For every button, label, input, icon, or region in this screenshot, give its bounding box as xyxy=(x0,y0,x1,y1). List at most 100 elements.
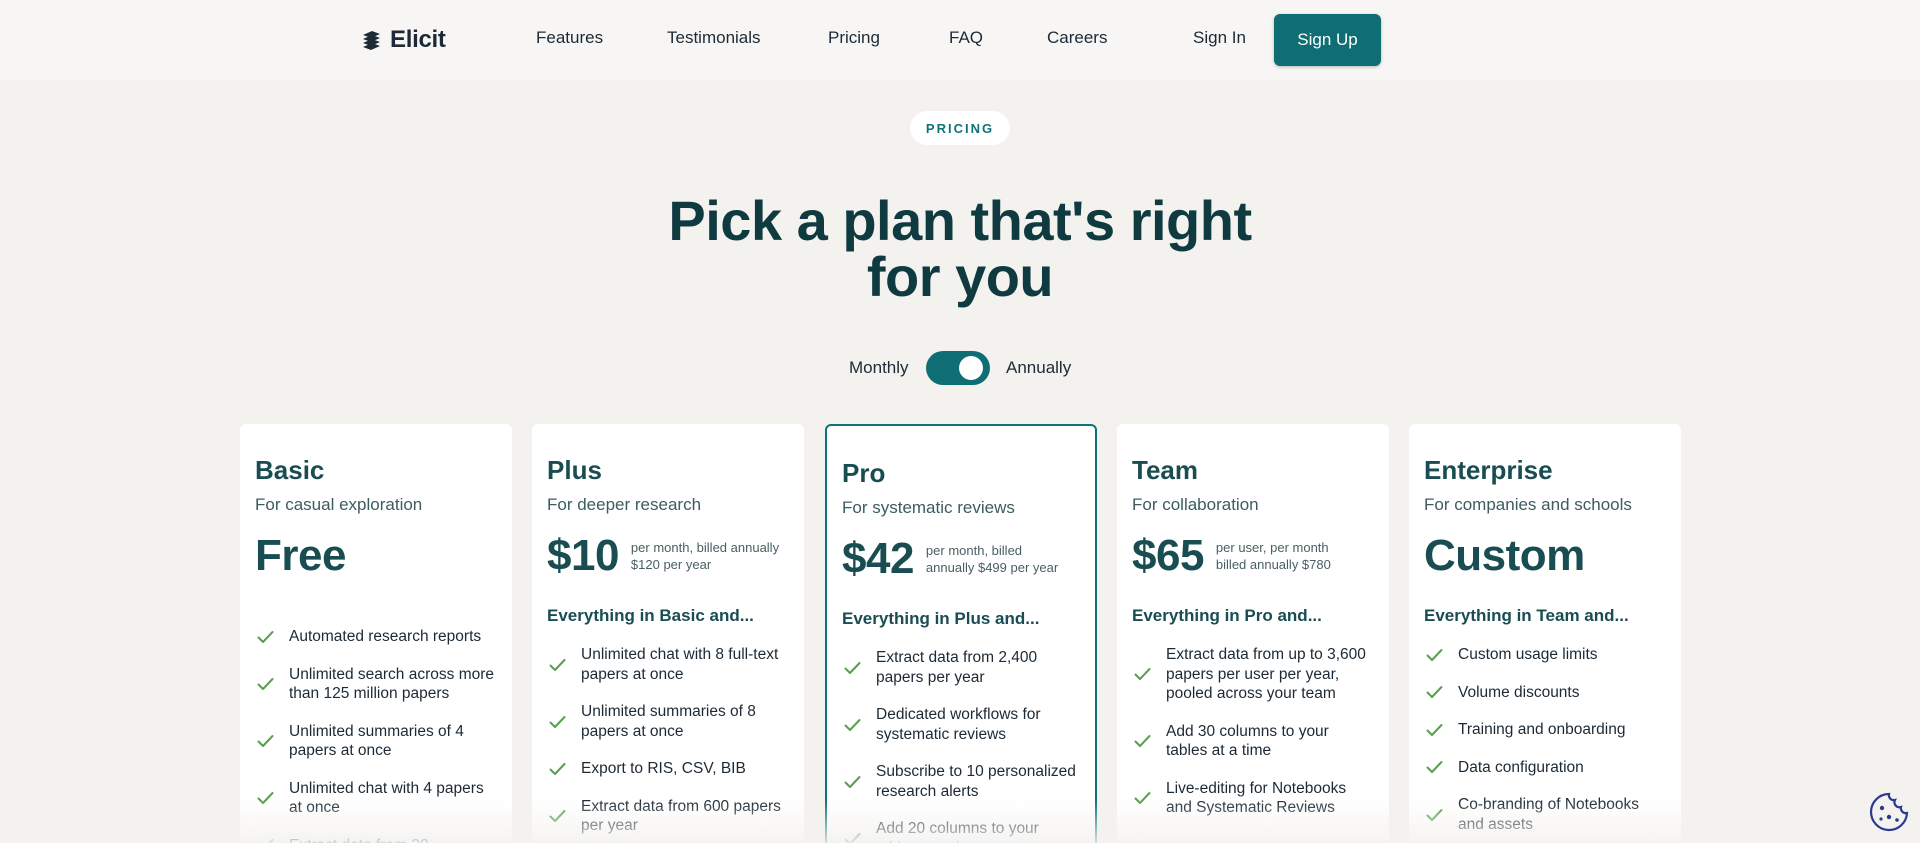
plan-name: Enterprise xyxy=(1424,455,1553,485)
annually-label[interactable]: Annually xyxy=(1006,358,1071,378)
price-note-line-2: billed annually $780 xyxy=(1215,557,1331,572)
sign-up-button[interactable]: Sign Up xyxy=(1274,14,1381,66)
feature-text: Unlimited search across more than 125 mi… xyxy=(289,665,495,703)
feature-item: Automated research reports xyxy=(255,627,497,647)
nav-testimonials[interactable]: Testimonials xyxy=(667,28,761,48)
check-icon xyxy=(1426,723,1443,737)
bottom-fade xyxy=(0,800,1920,843)
plan-price: $10 xyxy=(547,531,619,580)
cookie-icon xyxy=(1868,792,1910,837)
plan-subtitle: For casual exploration xyxy=(255,495,423,514)
price-row: Custom xyxy=(1424,533,1666,579)
features-heading: Everything in Plus and... xyxy=(842,609,1040,628)
plan-name: Plus xyxy=(547,455,602,485)
feature-item: Volume discounts xyxy=(1424,683,1666,703)
feature-item: Export to RIS, CSV, BIB xyxy=(547,759,789,779)
price-note-line-2: annually $499 per year xyxy=(925,560,1059,575)
price-note: per user, per month billed annually $780 xyxy=(1216,539,1331,573)
feature-list: Extract data from up to 3,600 papers per… xyxy=(1132,645,1374,818)
check-icon xyxy=(257,677,274,691)
check-icon xyxy=(549,658,566,672)
features-heading: Everything in Pro and... xyxy=(1132,606,1322,625)
page-title-line-1: Pick a plan that's right xyxy=(668,189,1252,252)
feature-text: Custom usage limits xyxy=(1458,646,1598,663)
billing-period-toggle[interactable] xyxy=(926,351,990,385)
feature-item: Dedicated workflows for systematic revie… xyxy=(842,705,1080,744)
price-note-line-2: $120 per year xyxy=(630,557,712,572)
feature-item: Extract data from 2,400 papers per year xyxy=(842,648,1080,687)
page-title: Pick a plan that's right for you xyxy=(560,193,1360,305)
check-icon xyxy=(549,762,566,776)
toggle-knob xyxy=(959,356,983,380)
cookie-settings-button[interactable] xyxy=(1868,791,1910,833)
check-icon xyxy=(1426,648,1443,662)
plan-subtitle: For deeper research xyxy=(547,495,702,514)
plan-price: $42 xyxy=(842,534,914,583)
check-icon xyxy=(1134,667,1151,681)
price-row: $10 per month, billed annually $120 per ye… xyxy=(547,533,789,579)
feature-item: Unlimited summaries of 8 papers at once xyxy=(547,702,789,741)
feature-text: Unlimited chat with 8 full-text papers a… xyxy=(581,646,779,683)
nav-careers[interactable]: Careers xyxy=(1047,28,1107,48)
elicit-logo-icon xyxy=(360,29,382,51)
feature-text: Extract data from 2,400 papers per year xyxy=(876,649,1038,686)
feature-text: Dedicated workflows for systematic revie… xyxy=(876,706,1041,743)
feature-text: Add 30 columns to your tables at a time xyxy=(1166,722,1329,760)
plan-price: Free xyxy=(255,531,346,580)
brand-logo[interactable]: Elicit xyxy=(360,24,446,56)
plan-card-enterprise: Enterprise For companies and schools Custo… xyxy=(1409,424,1681,843)
features-heading: Everything in Basic and... xyxy=(547,606,754,625)
billing-toggle-row: Monthly Annually xyxy=(0,350,1920,386)
check-icon xyxy=(844,775,861,789)
feature-text: Unlimited summaries of 4 papers at once xyxy=(289,722,464,760)
feature-item: Extract data from up to 3,600 papers per… xyxy=(1132,645,1374,704)
feature-item: Add 30 columns to your tables at a time xyxy=(1132,722,1374,761)
check-icon xyxy=(844,718,861,732)
feature-text: Automated research reports xyxy=(289,628,482,645)
plan-card-plus: Plus For deeper research $10 per month, bil… xyxy=(532,424,804,843)
feature-text: Subscribe to 10 personalized research al… xyxy=(876,763,1076,800)
feature-text: Data configuration xyxy=(1458,758,1584,776)
price-row: $42 per month, billed annually $499 per ye… xyxy=(842,536,1080,582)
nav-pricing[interactable]: Pricing xyxy=(828,28,880,48)
monthly-label[interactable]: Monthly xyxy=(849,358,909,378)
feature-text: Volume discounts xyxy=(1458,683,1580,701)
plan-price: $65 xyxy=(1132,531,1204,580)
feature-item: Data configuration xyxy=(1424,758,1666,778)
check-icon xyxy=(844,661,861,675)
site-header: Elicit Features Testimonials Pricing FAQ… xyxy=(0,0,1920,80)
plan-card-pro: Pro For systematic reviews $42 per month, b… xyxy=(825,424,1097,843)
check-icon xyxy=(549,715,566,729)
price-row: Free xyxy=(255,533,497,579)
plan-name: Team xyxy=(1132,455,1198,485)
pricing-badge: PRICING xyxy=(910,111,1010,145)
nav-faq[interactable]: FAQ xyxy=(949,28,983,48)
feature-text: Training and onboarding xyxy=(1458,721,1626,738)
check-icon xyxy=(1426,760,1443,774)
plan-name: Basic xyxy=(255,455,325,485)
feature-item: Unlimited chat with 8 full-text papers a… xyxy=(547,645,789,684)
price-note: per month, billed annually $120 per year xyxy=(631,539,779,573)
plan-name: Pro xyxy=(842,458,886,488)
feature-item: Unlimited summaries of 4 papers at once xyxy=(255,722,497,761)
check-icon xyxy=(1426,685,1443,699)
features-heading: Everything in Team and... xyxy=(1424,606,1629,625)
price-note: per month, billed annually $499 per year xyxy=(926,542,1058,576)
plan-card-team: Team For collaboration $65 per user, per mo… xyxy=(1117,424,1389,843)
feature-text: Unlimited summaries of 8 papers at once xyxy=(581,703,756,740)
brand-name: Elicit xyxy=(390,26,446,53)
check-icon xyxy=(257,630,274,644)
page-title-line-2: for you xyxy=(866,245,1054,308)
nav-features[interactable]: Features xyxy=(536,28,603,48)
price-row: $65 per user, per month billed annually $7… xyxy=(1132,533,1374,579)
price-note-line-1: per user, per month xyxy=(1215,540,1329,555)
sign-in-link[interactable]: Sign In xyxy=(1193,28,1246,48)
plan-subtitle: For collaboration xyxy=(1132,495,1259,514)
check-icon xyxy=(257,734,274,748)
feature-text: Extract data from up to 3,600 papers per… xyxy=(1166,646,1366,702)
feature-item: Training and onboarding xyxy=(1424,720,1666,740)
feature-item: Subscribe to 10 personalized research al… xyxy=(842,762,1080,801)
plan-subtitle: For companies and schools xyxy=(1424,495,1632,514)
price-note-line-1: per month, billed xyxy=(925,543,1023,558)
